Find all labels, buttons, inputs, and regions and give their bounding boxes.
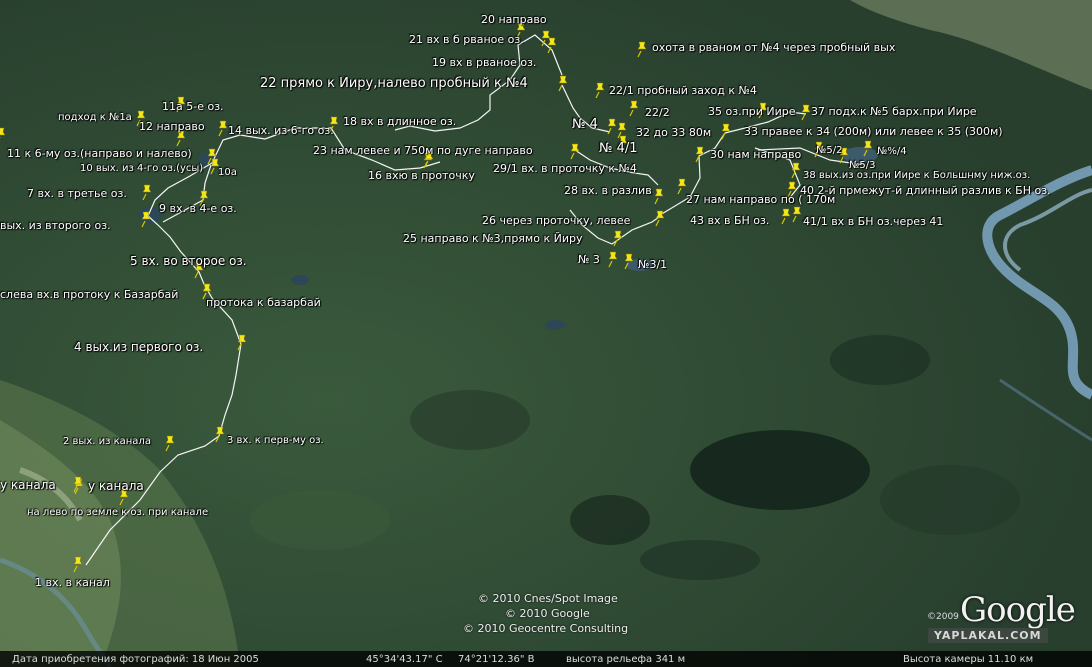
waypoint-label[interactable]: 35 оз.при Иире	[708, 106, 796, 117]
waypoint-label[interactable]: 1 вх. в канал	[35, 577, 110, 588]
waypoint-label[interactable]: 29/1 вх. в проточку к №4	[493, 163, 637, 174]
waypoint-label[interactable]: 20 направо	[481, 14, 547, 25]
pushpin-icon[interactable]	[677, 178, 687, 195]
waypoint-label[interactable]: 28 вх. в разлив	[564, 185, 652, 196]
waypoint-label[interactable]: 16 вхю в проточку	[368, 170, 475, 181]
waypoint-label[interactable]: № 4	[572, 118, 598, 131]
pushpin-icon[interactable]	[629, 100, 639, 117]
pushpin-icon[interactable]	[607, 118, 617, 135]
pushpin-icon[interactable]	[142, 184, 152, 201]
pushpin-icon[interactable]	[801, 104, 811, 121]
pushpin-icon[interactable]	[176, 130, 186, 147]
waypoint-label[interactable]: 19 вх в рваное оз.	[432, 57, 536, 68]
logo-year: ©2009	[927, 612, 959, 622]
waypoint-label[interactable]: № 3	[578, 254, 600, 265]
waypoint-label[interactable]: 30 нам направо	[710, 149, 801, 160]
waypoint-label[interactable]: 21 вх в б рваное оз.	[409, 34, 524, 45]
google-logo: Google	[960, 590, 1076, 630]
waypoint-label[interactable]: 32 до 33 80м	[636, 127, 711, 138]
waypoint-label[interactable]: 11 к 6-му оз.(направо и налево)	[7, 148, 192, 159]
waypoint-label[interactable]: 37 подх.к №5 барх.при Иире	[811, 106, 977, 117]
waypoint-label[interactable]: 22/1 пробный заход к №4	[609, 85, 757, 96]
waypoint-label[interactable]: 27 нам направо по ( 170м	[686, 194, 835, 205]
waypoint-label[interactable]: 38 вых.из оз.при Иире к Большнму ниж.оз.	[803, 171, 1030, 181]
waypoint-label[interactable]: слева вх.в протоку к Базарбай	[0, 289, 178, 300]
waypoint-label[interactable]: 10 вых. из 4-го оз.(усы)	[80, 164, 203, 174]
waypoint-label[interactable]: 22/2	[645, 107, 670, 118]
copyright-1: © 2010 Cnes/Spot Image	[478, 592, 618, 605]
pushpin-icon[interactable]	[863, 140, 873, 157]
waypoint-label[interactable]: 11а 5-е оз.	[162, 101, 224, 112]
waypoint-label[interactable]: 26 через проточку, левее	[482, 215, 630, 226]
waypoint-label[interactable]: 33 правее к 34 (200м) или левее к 35 (30…	[744, 126, 1003, 137]
waypoint-label[interactable]: 2 вых. из канала	[63, 437, 151, 447]
longitude: 74°21'12.36" В	[458, 654, 535, 665]
pushpin-icon[interactable]	[654, 188, 664, 205]
waypoint-label[interactable]: 23 нам левее и 750м по дуге направо	[313, 145, 533, 156]
waypoint-label[interactable]: 41/1 вх в БН оз.через 41	[803, 216, 943, 227]
waypoint-label[interactable]: 4 вых.из первого оз.	[74, 341, 203, 353]
pushpin-icon[interactable]	[624, 253, 634, 270]
pushpin-icon[interactable]	[781, 208, 791, 225]
waypoint-label[interactable]: 22 прямо к Ииру,налево пробный к №4	[260, 77, 528, 90]
waypoint-label[interactable]: на лево по земле к оз. при канале	[27, 508, 208, 518]
waypoint-label[interactable]: 18 вх в длинное оз.	[343, 116, 456, 127]
waypoint-label[interactable]: 9 вх. в 4-е оз.	[159, 203, 237, 214]
pushpin-icon[interactable]	[608, 251, 618, 268]
pushpin-icon[interactable]	[792, 206, 802, 223]
pushpin-icon[interactable]	[558, 75, 568, 92]
waypoint-label[interactable]: 25 направо к №3,прямо к Йиру	[403, 233, 582, 244]
elevation: высота рельефа 341 м	[566, 654, 686, 665]
waypoint-label[interactable]: №%/4	[877, 147, 907, 157]
waypoint-label[interactable]: 40 2-й прмежут-й длинный разлив к БН оз.	[800, 185, 1051, 196]
pushpin-icon[interactable]	[637, 41, 647, 58]
waypoint-label[interactable]: у канала	[88, 480, 144, 492]
pushpin-icon[interactable]	[0, 127, 6, 143]
waypoint-label[interactable]: протока к базарбай	[206, 297, 321, 308]
copyright-3: © 2010 Geocentre Consulting	[463, 622, 629, 635]
waypoint-label[interactable]: 10а	[218, 168, 237, 178]
pushpin-icon[interactable]	[73, 556, 83, 573]
waypoint-label[interactable]: 14 вых. из 6-го оз.	[228, 125, 334, 136]
waypoint-label[interactable]: у канала	[0, 479, 56, 491]
waypoint-label[interactable]: №5/2	[816, 146, 843, 156]
pushpin-icon[interactable]	[237, 334, 247, 351]
waypoint-label[interactable]: 5 вх. во второе оз.	[130, 255, 247, 267]
watermark: YAPLAKAL.COM	[928, 628, 1048, 643]
waypoint-label[interactable]: 43 вх в БН оз.	[690, 215, 769, 226]
waypoint-label[interactable]: 7 вх. в третье оз.	[27, 188, 127, 199]
camera-altitude: Высота камеры 11.10 км	[903, 654, 1034, 665]
pushpin-icon[interactable]	[595, 82, 605, 99]
status-bar: Дата приобретения фотографий: 18 Июн 200…	[0, 651, 1092, 667]
waypoint-label[interactable]: 3 вх. к перв-му оз.	[227, 436, 324, 446]
copyright-2: © 2010 Google	[505, 607, 590, 620]
photo-date: Дата приобретения фотографий: 18 Июн 200…	[12, 654, 259, 665]
waypoint-label[interactable]: охота в рваном от №4 через пробный вых	[652, 42, 895, 53]
waypoint-label[interactable]: подход к №1а	[58, 113, 132, 123]
waypoint-label[interactable]: вых. из второго оз.	[0, 220, 111, 231]
map-viewport[interactable]: 20 направо 21 вх в б рваное оз. 19 вх в рв…	[0, 0, 1092, 667]
waypoint-label[interactable]: № 4/1	[599, 142, 638, 155]
pushpin-icon[interactable]	[218, 120, 228, 137]
waypoint-label[interactable]: 12 направо	[139, 121, 205, 132]
latitude: 45°34'43.17" С	[366, 654, 443, 665]
waypoint-label[interactable]: №3/1	[638, 259, 667, 270]
pushpin-icon[interactable]	[165, 435, 175, 452]
